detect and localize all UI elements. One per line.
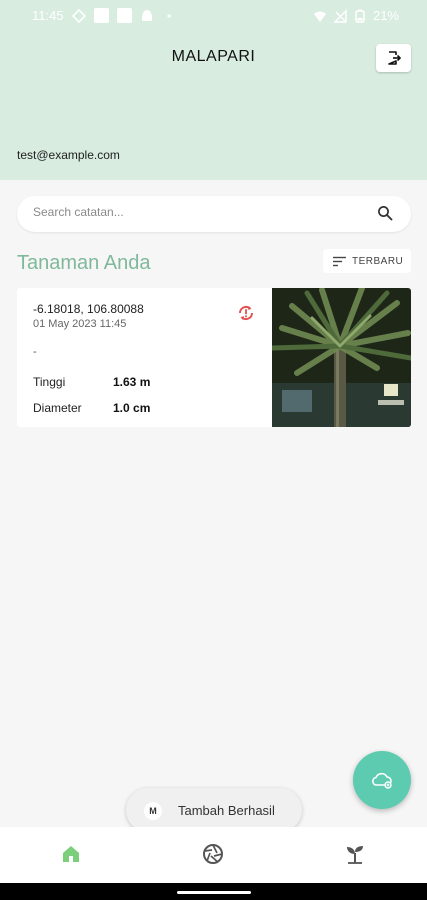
record-note: - bbox=[33, 346, 37, 358]
toast-message: M Tambah Berhasil bbox=[126, 788, 302, 832]
search-icon[interactable] bbox=[377, 205, 393, 221]
navigation-icon bbox=[71, 8, 86, 23]
toast-text: Tambah Berhasil bbox=[178, 803, 275, 818]
sync-error-icon[interactable] bbox=[235, 303, 257, 323]
plant-photo bbox=[272, 288, 411, 427]
search-input[interactable] bbox=[33, 205, 353, 219]
plant-sprout-icon[interactable] bbox=[344, 843, 366, 865]
app-title: MALAPARI bbox=[171, 48, 256, 65]
android-icon bbox=[141, 9, 152, 21]
battery-percent: 21% bbox=[372, 8, 399, 23]
record-coordinates: -6.18018, 106.80088 bbox=[33, 302, 144, 316]
wifi-icon bbox=[313, 11, 326, 22]
logout-button[interactable] bbox=[376, 44, 411, 72]
status-time: 11:45 bbox=[32, 8, 64, 23]
search-bar bbox=[17, 196, 411, 232]
section-title: Tanaman Anda bbox=[17, 252, 151, 274]
diameter-label: Diameter bbox=[33, 401, 82, 415]
sort-button[interactable]: TERBARU bbox=[323, 249, 411, 273]
battery-icon bbox=[355, 9, 365, 23]
plant-record-card[interactable]: -6.18018, 106.80088 01 May 2023 11:45 - … bbox=[17, 288, 411, 427]
height-label: Tinggi bbox=[33, 375, 66, 389]
app-avatar: M bbox=[144, 802, 162, 820]
dot-icon bbox=[166, 13, 171, 18]
cloud-upload-button[interactable] bbox=[353, 751, 411, 809]
sort-label: TERBARU bbox=[352, 255, 404, 267]
signal-icon bbox=[333, 8, 347, 23]
user-email: test@example.com bbox=[17, 148, 120, 162]
home-gesture-handle[interactable] bbox=[177, 891, 251, 894]
sort-icon bbox=[333, 256, 346, 266]
height-value: 1.63 m bbox=[113, 375, 151, 389]
notification-app-icon bbox=[93, 8, 109, 23]
logout-icon bbox=[387, 51, 401, 65]
home-icon[interactable] bbox=[60, 843, 82, 865]
camera-shutter-icon[interactable] bbox=[202, 843, 224, 865]
notification-image-icon bbox=[116, 8, 132, 23]
record-datetime: 01 May 2023 11:45 bbox=[33, 318, 127, 330]
bottom-navigation bbox=[0, 827, 427, 883]
status-bar: 11:45 21% bbox=[0, 0, 427, 32]
cloud-upload-icon bbox=[372, 772, 392, 789]
diameter-value: 1.0 cm bbox=[113, 401, 151, 415]
